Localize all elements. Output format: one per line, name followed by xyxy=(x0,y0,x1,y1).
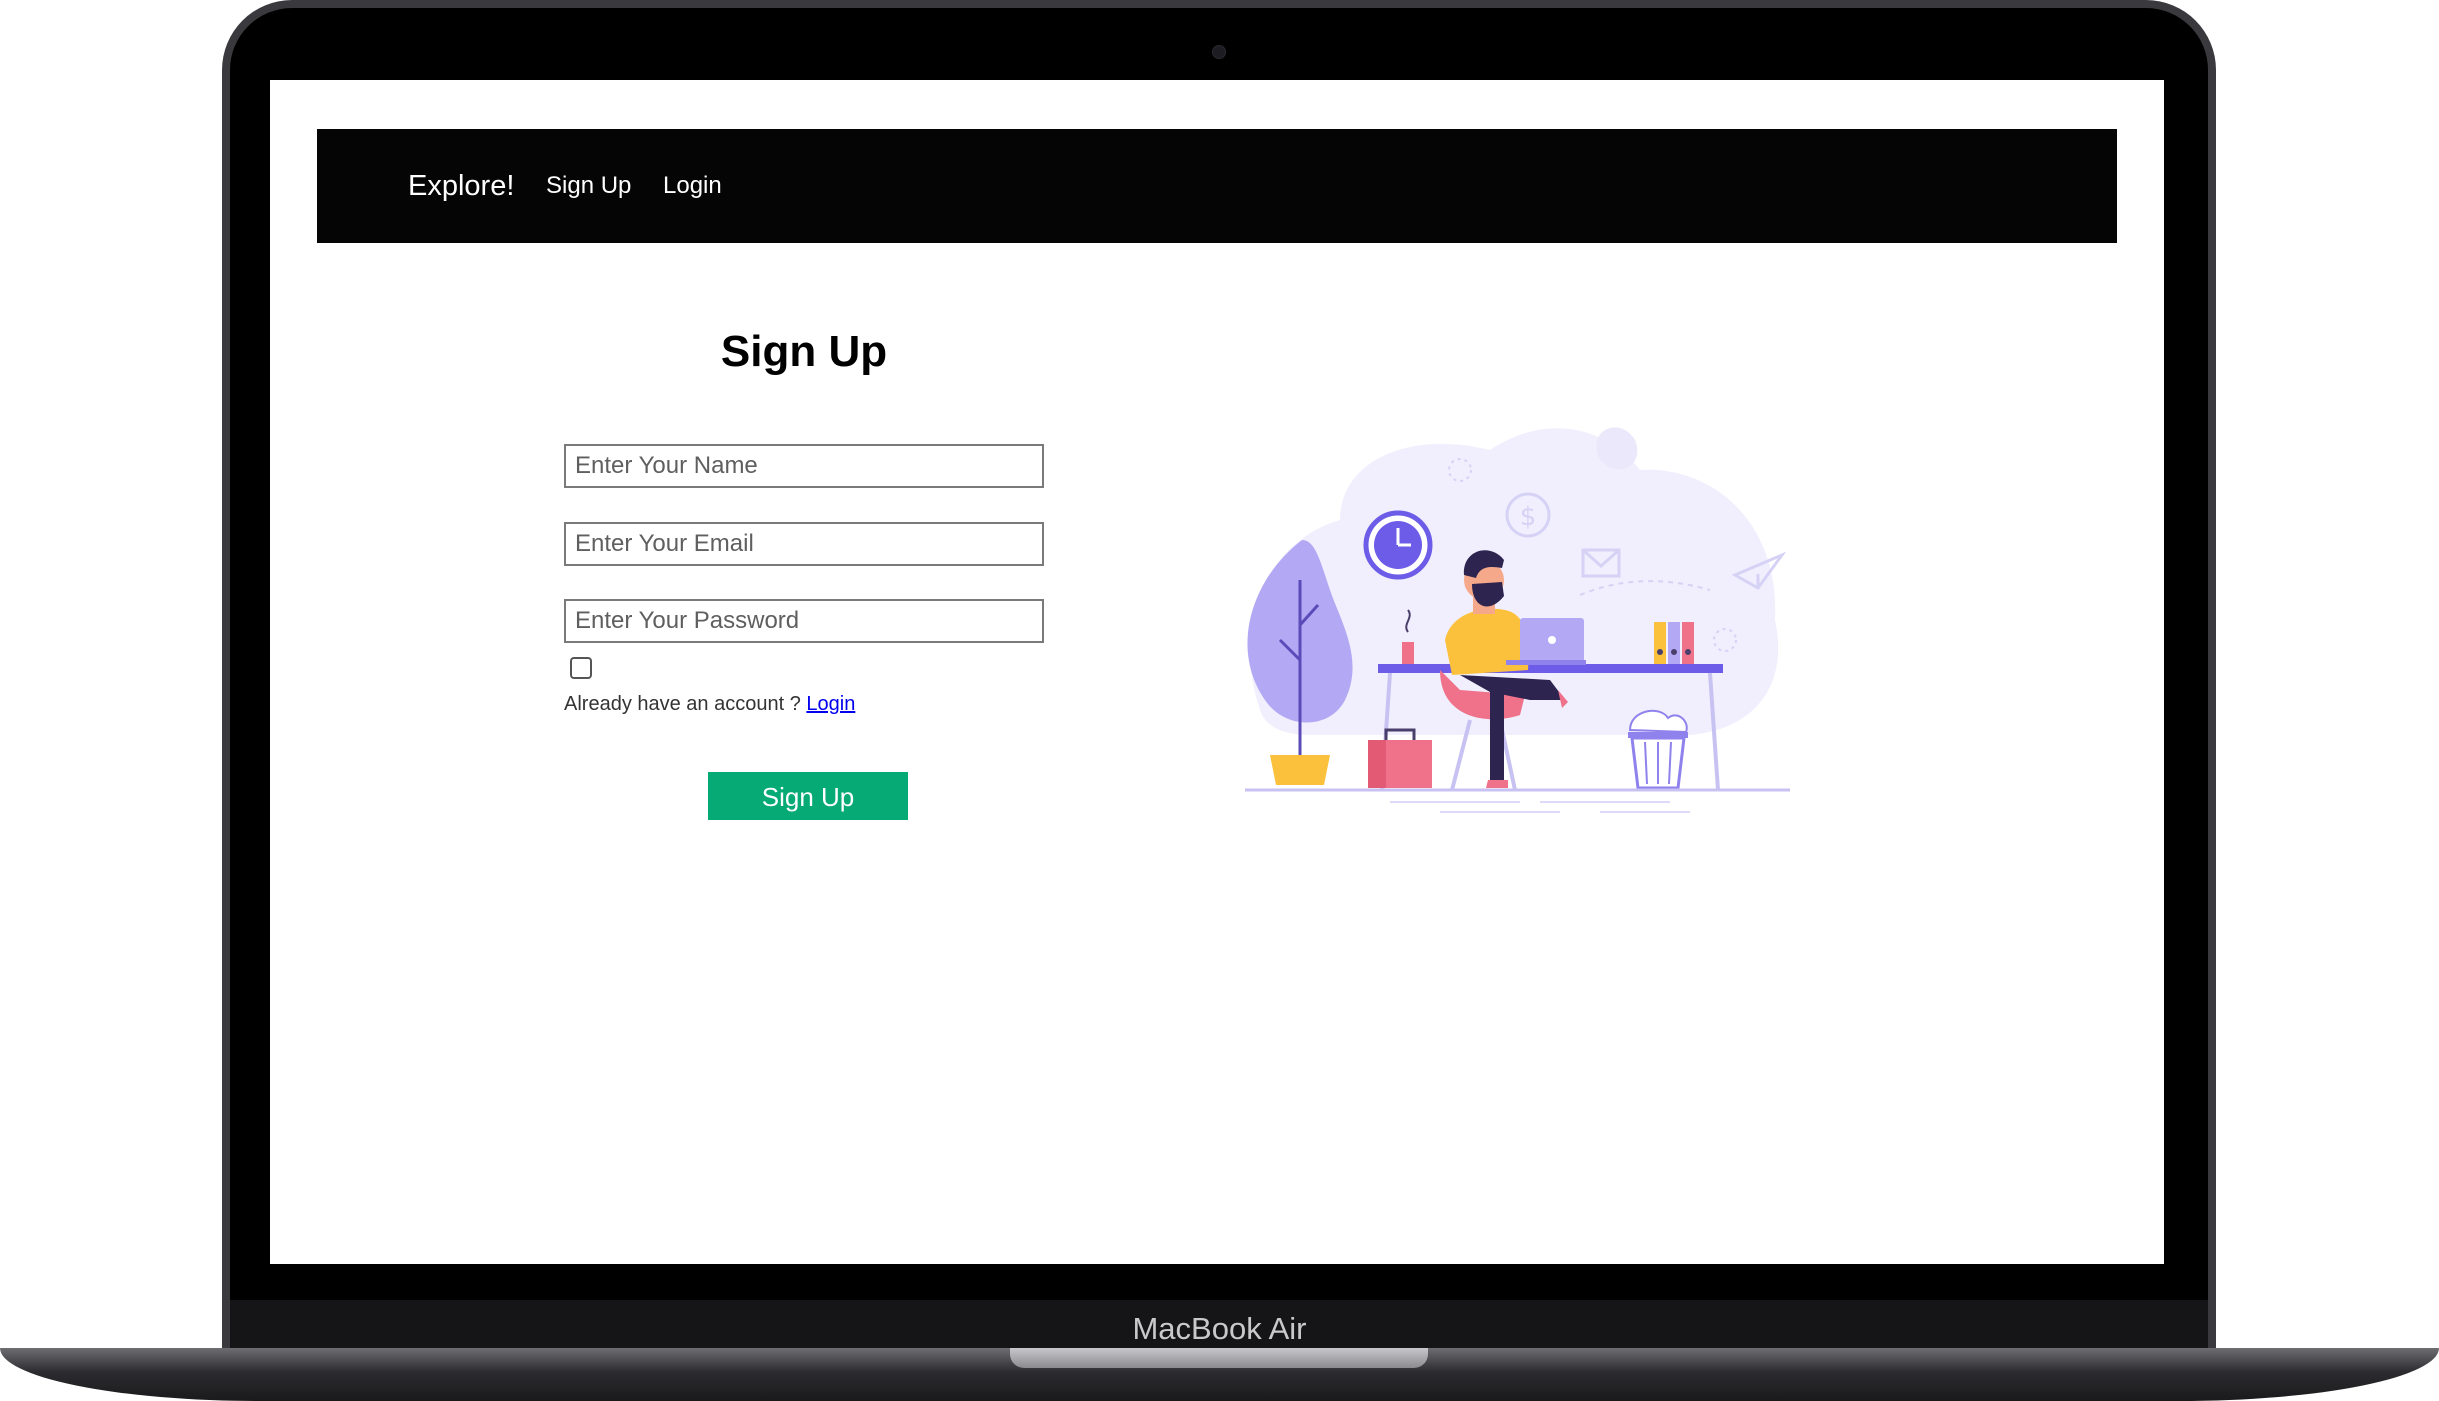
name-input[interactable] xyxy=(564,444,1044,488)
browser-screen: Explore! Sign Up Login Sign Up Already h… xyxy=(270,80,2164,1264)
binders-icon xyxy=(1654,622,1694,664)
svg-text:$: $ xyxy=(1520,502,1537,532)
nav-login-link[interactable]: Login xyxy=(663,129,722,243)
account-prompt: Already have an account ? Login xyxy=(564,693,855,716)
signup-submit-button[interactable]: Sign Up xyxy=(708,772,908,820)
workspace-illustration: $ xyxy=(1245,427,1790,813)
briefcase-icon xyxy=(1368,728,1432,788)
nav-signup-link[interactable]: Sign Up xyxy=(546,129,631,243)
camera-icon xyxy=(1212,45,1226,59)
password-input[interactable] xyxy=(564,599,1044,643)
trash-can-icon xyxy=(1628,709,1688,790)
form-title: Sign Up xyxy=(720,327,888,376)
clock-icon xyxy=(1363,510,1433,580)
brand-link[interactable]: Explore! xyxy=(408,129,514,243)
account-prompt-text: Already have an account ? xyxy=(564,693,801,715)
checkbox[interactable] xyxy=(570,657,592,679)
laptop-hinge-notch xyxy=(1010,1348,1428,1368)
login-link[interactable]: Login xyxy=(806,693,855,715)
email-input[interactable] xyxy=(564,522,1044,566)
navbar: Explore! Sign Up Login xyxy=(317,129,2117,243)
